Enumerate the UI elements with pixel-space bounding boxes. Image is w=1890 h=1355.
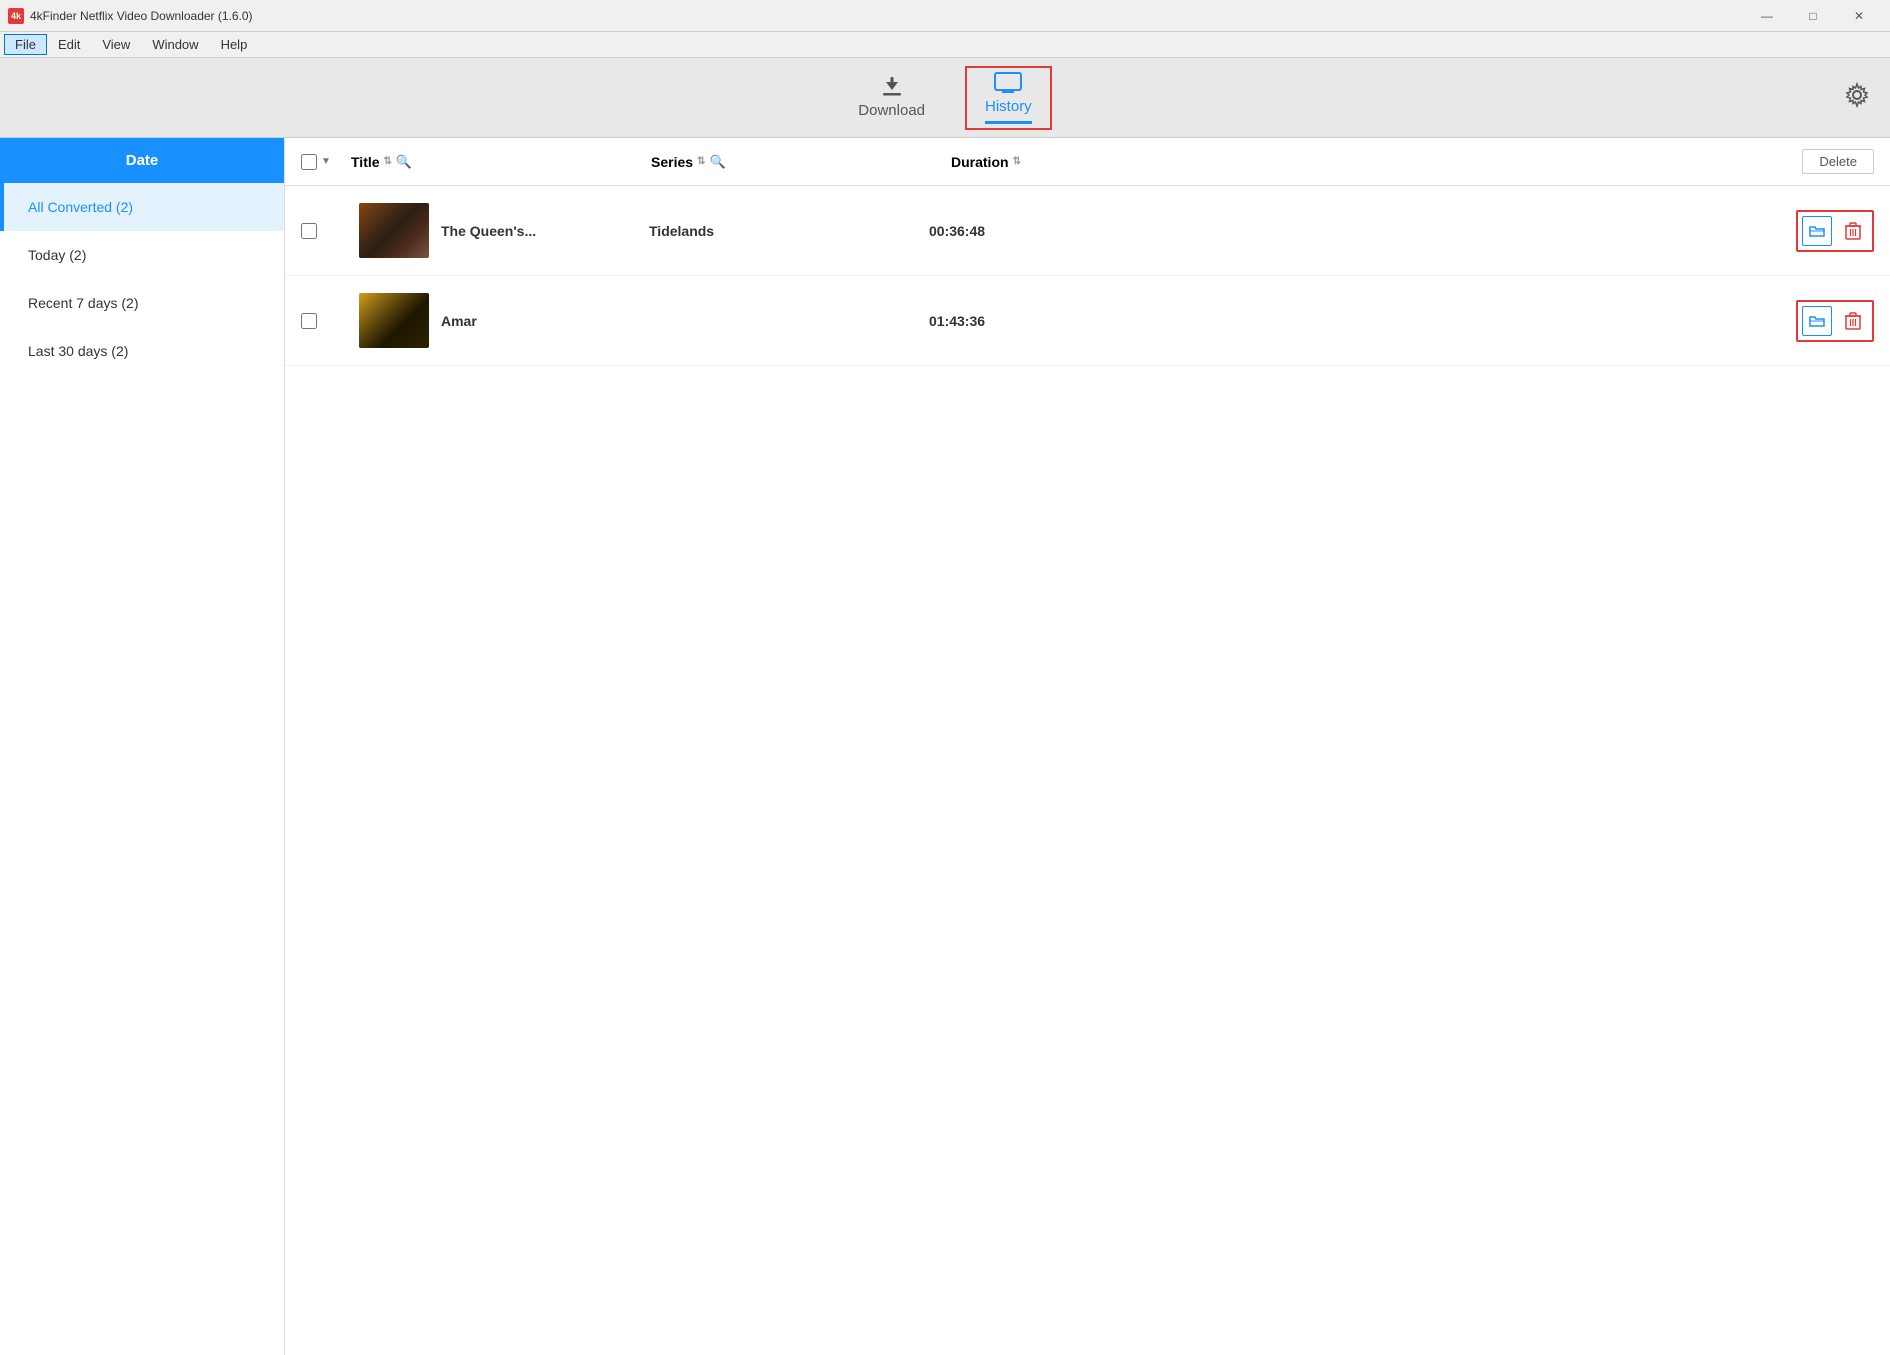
table-body: The Queen's... Tidelands 00:36:48 <box>285 186 1890 1355</box>
sidebar-item-recent-7days-label: Recent 7 days (2) <box>28 295 139 311</box>
duration-sort-icon[interactable]: ⇅ <box>1013 156 1021 167</box>
row2-duration-col: 01:43:36 <box>929 313 1744 329</box>
row1-action-group <box>1796 210 1874 252</box>
menu-edit[interactable]: Edit <box>47 34 91 55</box>
row2-action-group <box>1796 300 1874 342</box>
main-content: Date All Converted (2) Today (2) Recent … <box>0 138 1890 1355</box>
table-row: The Queen's... Tidelands 00:36:48 <box>285 186 1890 276</box>
col-header-duration: Duration ⇅ <box>951 154 1744 170</box>
row2-delete-button[interactable] <box>1838 306 1868 336</box>
col-duration-label: Duration <box>951 154 1009 170</box>
sidebar: Date All Converted (2) Today (2) Recent … <box>0 138 285 1355</box>
open-folder-icon <box>1809 224 1825 238</box>
col-title-label: Title <box>351 154 380 170</box>
download-tab-label: Download <box>858 102 925 119</box>
row1-open-folder-button[interactable] <box>1802 216 1832 246</box>
titlebar-controls: — □ ✕ <box>1744 0 1882 32</box>
sidebar-item-today-label: Today (2) <box>28 247 86 263</box>
download-tab-button[interactable]: Download <box>838 70 945 125</box>
row1-series-col: Tidelands <box>649 223 929 239</box>
series-sort-icon[interactable]: ⇅ <box>697 156 705 167</box>
row1-title-text: The Queen's... <box>441 223 536 239</box>
sidebar-item-all-converted[interactable]: All Converted (2) <box>0 183 284 231</box>
settings-button[interactable] <box>1844 82 1870 114</box>
app-icon: 4k <box>8 8 24 24</box>
table-row: Amar 01:43:36 <box>285 276 1890 366</box>
sidebar-item-today[interactable]: Today (2) <box>0 231 284 279</box>
history-tab-label: History <box>985 98 1032 115</box>
col-header-series: Series ⇅ 🔍 <box>651 154 951 170</box>
sidebar-header: Date <box>0 138 284 183</box>
history-tab-button[interactable]: History <box>965 66 1052 130</box>
row1-delete-button[interactable] <box>1838 216 1868 246</box>
menubar: File Edit View Window Help <box>0 32 1890 58</box>
row1-title-col: The Queen's... <box>429 223 649 239</box>
row2-title-text: Amar <box>441 313 477 329</box>
row1-checkbox[interactable] <box>301 223 317 239</box>
download-icon <box>880 76 904 98</box>
series-search-icon[interactable]: 🔍 <box>709 154 725 170</box>
maximize-button[interactable]: □ <box>1790 0 1836 32</box>
menu-file[interactable]: File <box>4 34 47 55</box>
table-header: ▼ Title ⇅ 🔍 Series ⇅ 🔍 Duration ⇅ Delete <box>285 138 1890 186</box>
col-series-label: Series <box>651 154 693 170</box>
delete-row2-icon <box>1845 312 1861 330</box>
row2-actions <box>1744 300 1874 342</box>
delete-all-button[interactable]: Delete <box>1802 149 1874 174</box>
row1-actions <box>1744 210 1874 252</box>
menu-help[interactable]: Help <box>210 34 259 55</box>
col-header-check: ▼ <box>301 154 351 170</box>
col-header-actions: Delete <box>1744 149 1874 174</box>
title-sort-icon[interactable]: ⇅ <box>384 156 392 167</box>
row2-open-folder-button[interactable] <box>1802 306 1832 336</box>
titlebar: 4k 4kFinder Netflix Video Downloader (1.… <box>0 0 1890 32</box>
menu-window[interactable]: Window <box>141 34 209 55</box>
row1-duration-col: 00:36:48 <box>929 223 1744 239</box>
sidebar-item-all-converted-label: All Converted (2) <box>28 199 133 215</box>
row2-checkbox[interactable] <box>301 313 317 329</box>
row2-thumbnail <box>359 293 429 348</box>
menu-view[interactable]: View <box>91 34 141 55</box>
app-title: 4kFinder Netflix Video Downloader (1.6.0… <box>30 9 253 23</box>
row1-duration-text: 00:36:48 <box>929 223 985 239</box>
row2-title-col: Amar <box>429 313 649 329</box>
row1-check-col <box>301 223 351 239</box>
sidebar-item-last-30-days[interactable]: Last 30 days (2) <box>0 327 284 375</box>
toolbar: Download History <box>0 58 1890 138</box>
checkbox-dropdown-arrow[interactable]: ▼ <box>321 156 331 167</box>
row2-duration-text: 01:43:36 <box>929 313 985 329</box>
col-header-title: Title ⇅ 🔍 <box>351 154 651 170</box>
minimize-button[interactable]: — <box>1744 0 1790 32</box>
delete-row1-icon <box>1845 222 1861 240</box>
titlebar-left: 4k 4kFinder Netflix Video Downloader (1.… <box>8 8 253 24</box>
sidebar-item-recent-7-days[interactable]: Recent 7 days (2) <box>0 279 284 327</box>
active-tab-indicator <box>985 121 1032 124</box>
row2-check-col <box>301 313 351 329</box>
settings-gear-icon <box>1844 82 1870 108</box>
open-folder-icon <box>1809 314 1825 328</box>
row1-thumbnail <box>359 203 429 258</box>
select-all-checkbox[interactable] <box>301 154 317 170</box>
content-area: ▼ Title ⇅ 🔍 Series ⇅ 🔍 Duration ⇅ Delete <box>285 138 1890 1355</box>
close-button[interactable]: ✕ <box>1836 0 1882 32</box>
history-monitor-icon <box>994 72 1022 94</box>
delete-all-label: Delete <box>1819 154 1857 169</box>
row1-series-text: Tidelands <box>649 223 714 239</box>
title-search-icon[interactable]: 🔍 <box>396 154 412 170</box>
sidebar-item-last-30days-label: Last 30 days (2) <box>28 343 128 359</box>
